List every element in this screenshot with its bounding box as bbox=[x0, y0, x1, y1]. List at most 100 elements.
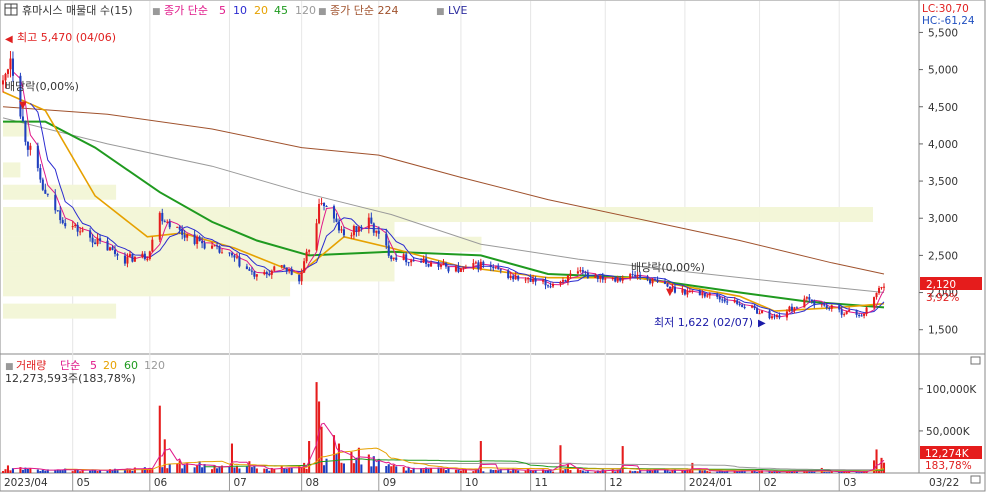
candle-body bbox=[716, 293, 719, 297]
candle-body bbox=[532, 278, 535, 282]
candle-body bbox=[91, 237, 94, 243]
candle-body bbox=[723, 299, 726, 302]
candle-body bbox=[29, 145, 32, 150]
volume-bar bbox=[305, 468, 308, 473]
candle-body bbox=[770, 316, 774, 319]
candle-body bbox=[305, 251, 308, 262]
candle-body bbox=[133, 256, 136, 262]
legend-ma-45: 45 bbox=[274, 4, 288, 17]
volume-bar bbox=[41, 469, 44, 473]
candle-body bbox=[372, 223, 375, 233]
candle-body bbox=[529, 278, 532, 282]
volume-bar bbox=[442, 468, 445, 473]
volume-bar bbox=[36, 469, 39, 473]
candle-body bbox=[308, 250, 311, 252]
candle-body bbox=[793, 307, 796, 311]
candle-body bbox=[405, 254, 408, 263]
volume-bar bbox=[193, 467, 196, 473]
volume-ma-5: 5 bbox=[90, 359, 97, 372]
volume-profile-bar bbox=[3, 281, 291, 297]
volume-bar bbox=[146, 469, 149, 473]
volume-bar bbox=[579, 469, 582, 473]
candle-body bbox=[631, 274, 634, 276]
candle-body bbox=[323, 203, 326, 207]
volume-bar bbox=[340, 462, 343, 473]
candle-body bbox=[601, 275, 604, 280]
volume-bar bbox=[402, 466, 405, 473]
candle-body bbox=[753, 305, 756, 309]
legend-ma-5: 5 bbox=[219, 4, 226, 17]
candle-body bbox=[39, 168, 42, 180]
candle-body bbox=[823, 304, 826, 306]
candle-body bbox=[843, 314, 846, 316]
candle-body bbox=[741, 304, 744, 308]
low-annotation: 최저 1,622 (02/07) ▶ bbox=[654, 316, 766, 329]
candle-body bbox=[820, 304, 823, 306]
candle-body bbox=[459, 268, 462, 272]
candle-body bbox=[6, 69, 10, 74]
candle-body bbox=[614, 278, 617, 282]
date-tick-label: 07 bbox=[233, 477, 246, 489]
volume-bar bbox=[636, 471, 639, 473]
candle-body bbox=[81, 230, 84, 232]
candle-body bbox=[158, 212, 161, 240]
candle-body bbox=[263, 272, 266, 275]
volume-profile-bar bbox=[3, 303, 117, 319]
candle-body bbox=[235, 256, 238, 258]
candle-body bbox=[255, 274, 258, 277]
candle-body bbox=[877, 288, 881, 293]
candle-body bbox=[186, 234, 189, 238]
volume-bar bbox=[825, 472, 828, 474]
candle-body bbox=[76, 224, 79, 232]
volume-bar bbox=[176, 463, 179, 473]
candle-body bbox=[810, 299, 813, 301]
candle-body bbox=[143, 253, 146, 260]
candle-body bbox=[166, 221, 169, 223]
volume-bar bbox=[250, 467, 253, 473]
candle-body bbox=[270, 270, 273, 275]
candle-body bbox=[542, 280, 545, 282]
candle-body bbox=[268, 274, 271, 276]
candle-body bbox=[61, 220, 64, 224]
chart-title: 휴마시스 매물대 수(15) bbox=[22, 4, 133, 17]
candle-body bbox=[444, 263, 448, 267]
candle-body bbox=[442, 263, 445, 265]
candle-body bbox=[499, 269, 502, 271]
volume-bar bbox=[1, 471, 5, 473]
candle-body bbox=[439, 264, 443, 267]
candle-body bbox=[163, 221, 166, 223]
volume-bar bbox=[385, 466, 388, 473]
candle-body bbox=[385, 233, 388, 246]
candle-body bbox=[517, 275, 520, 280]
candle-body bbox=[280, 265, 283, 267]
candle-body bbox=[855, 310, 858, 315]
candle-body bbox=[845, 311, 848, 315]
volume-bar bbox=[303, 462, 306, 473]
stock-chart-window: 5,500 5,000 4,500 4,000 3,500 3,000 2,500 2,000… bbox=[0, 0, 986, 492]
candle-body bbox=[803, 298, 806, 308]
candle-body bbox=[265, 272, 268, 275]
volume-bar bbox=[614, 471, 617, 473]
volume-bar bbox=[855, 472, 858, 474]
dividend-right-arrow-icon: ▼ bbox=[666, 287, 674, 298]
candle-body bbox=[656, 279, 659, 282]
candle-body bbox=[161, 212, 164, 222]
volume-bar bbox=[99, 470, 102, 473]
volume-bar bbox=[492, 470, 495, 473]
volume-bar bbox=[813, 471, 816, 473]
candle-body bbox=[546, 285, 550, 287]
candle-body bbox=[300, 272, 303, 282]
candle-body bbox=[71, 226, 74, 228]
candle-body bbox=[736, 300, 739, 304]
candle-body bbox=[706, 295, 709, 297]
volume-bar bbox=[387, 464, 390, 473]
price-pane-resize-handle[interactable] bbox=[970, 356, 981, 365]
volume-pane-resize-handle[interactable] bbox=[970, 475, 981, 484]
candle-body bbox=[534, 278, 537, 282]
candle-body bbox=[865, 307, 868, 314]
volume-bar bbox=[517, 470, 520, 473]
candle-body bbox=[357, 226, 360, 232]
candle-body bbox=[141, 253, 144, 257]
candle-body bbox=[708, 293, 711, 296]
volume-bar bbox=[265, 468, 268, 473]
